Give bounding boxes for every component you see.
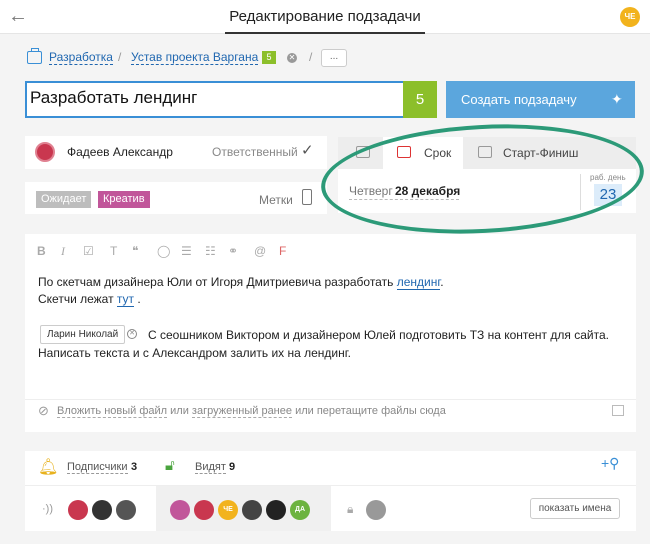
attach-new-file-link[interactable]: Вложить новый файл (57, 405, 168, 418)
drag-files-text: перетащите файлы сюда (316, 405, 446, 417)
description-line-3: С сеошником Виктором и дизайнером Юлей п… (148, 328, 609, 342)
description-line-2: Скетчи лежат тут . (38, 291, 141, 308)
subscribers-link[interactable]: Подписчики (67, 461, 128, 474)
sparkle-icon: ✦ (611, 91, 623, 107)
paperclip-icon: ⊘ (38, 403, 49, 418)
avatar[interactable] (366, 500, 386, 520)
avatar[interactable] (266, 500, 286, 520)
avatar[interactable] (170, 500, 190, 520)
breadcrumb-parent-task-link[interactable]: Устав проекта Варгана (131, 51, 259, 65)
mention-chip[interactable]: Ларин Николай (40, 325, 126, 344)
avatar[interactable] (116, 500, 136, 520)
description-line-4: Написать текста и с Александром залить и… (38, 346, 352, 360)
close-icon[interactable]: ✕ (287, 53, 297, 63)
bullet-list-button[interactable]: ☰ (181, 244, 192, 258)
strike-button[interactable]: T (110, 244, 117, 258)
title-count-badge: 5 (403, 81, 437, 118)
italic-button[interactable]: I (61, 244, 65, 259)
link-button[interactable]: ⚭ (228, 244, 238, 258)
responsible-avatar (35, 142, 55, 162)
description-text: . (134, 292, 141, 306)
avatar[interactable] (92, 500, 112, 520)
avatar[interactable] (68, 500, 88, 520)
breadcrumb-more-button[interactable]: ... (321, 49, 347, 67)
breadcrumb-separator: / (118, 50, 122, 64)
folder-icon (27, 48, 42, 64)
add-user-icon[interactable]: +⚲ (601, 455, 619, 472)
show-names-button[interactable]: показать имена (530, 498, 620, 519)
breadcrumb-separator: / (309, 50, 313, 64)
quote-button[interactable]: ❝ (132, 244, 138, 258)
numbered-list-button[interactable]: ☷ (205, 244, 216, 258)
avatar[interactable]: ЧЕ (218, 500, 238, 520)
create-subtask-button[interactable]: Создать подзадачу (446, 81, 635, 118)
bell-icon: 🔔︎ (38, 459, 59, 476)
mention-button[interactable]: @ (254, 244, 266, 258)
unlock-icon: 🔓︎ (165, 457, 175, 474)
attachments-divider (25, 399, 636, 400)
mention-remove-icon[interactable]: ✕ (127, 329, 137, 339)
visible-link[interactable]: Видят (195, 461, 226, 474)
user-avatar[interactable]: ЧЕ (620, 7, 640, 27)
responsible-name[interactable]: Фадеев Александр (67, 145, 173, 159)
subscribers-count: 3 (131, 461, 138, 473)
checkbox-button[interactable]: ☑ (83, 244, 94, 258)
visible-count: 9 (229, 461, 236, 473)
image-icon[interactable] (612, 405, 624, 416)
lock-icon: 🔒︎ (347, 502, 354, 516)
check-icon[interactable]: ✓ (301, 141, 314, 159)
task-title-text[interactable]: Разработать лендинг (30, 88, 197, 108)
or-text: или (295, 405, 314, 417)
sketches-link[interactable]: тут (116, 292, 135, 307)
highlight-oval-annotation (318, 116, 647, 242)
description-text: По скетчам дизайнера Юли от Игоря Дмитри… (38, 275, 397, 289)
uploaded-file-link[interactable]: загруженный ранее (191, 405, 292, 418)
bold-button[interactable]: B (37, 244, 46, 258)
tags-label[interactable]: Метки (259, 193, 293, 207)
page-title: Редактирование подзадачи (229, 8, 421, 25)
avatar[interactable] (194, 500, 214, 520)
breadcrumb-project-link[interactable]: Разработка (49, 51, 113, 65)
title-underline (225, 32, 425, 34)
description-line-1: По скетчам дизайнера Юли от Игоря Дмитри… (38, 274, 444, 291)
broadcast-icon: ·)) (42, 503, 53, 515)
color-button[interactable]: ◯ (157, 244, 170, 258)
avatar[interactable] (242, 500, 262, 520)
parent-task-count-badge: 5 (262, 51, 276, 64)
description-text: Скетчи лежат (38, 292, 117, 306)
responsible-role-label: Ответственный (212, 145, 298, 159)
description-text: . (440, 275, 444, 289)
attachments-row: Вложить новый файл или загруженный ранее… (57, 405, 446, 418)
avatar[interactable]: ДА (290, 500, 310, 520)
tag-waiting[interactable]: Ожидает (36, 191, 92, 208)
clear-format-button[interactable]: F (279, 244, 286, 258)
tag-creative[interactable]: Креатив (98, 191, 150, 208)
or-text: или (170, 405, 189, 417)
landing-link[interactable]: лендинг (396, 275, 441, 290)
tag-icon[interactable] (302, 189, 312, 205)
